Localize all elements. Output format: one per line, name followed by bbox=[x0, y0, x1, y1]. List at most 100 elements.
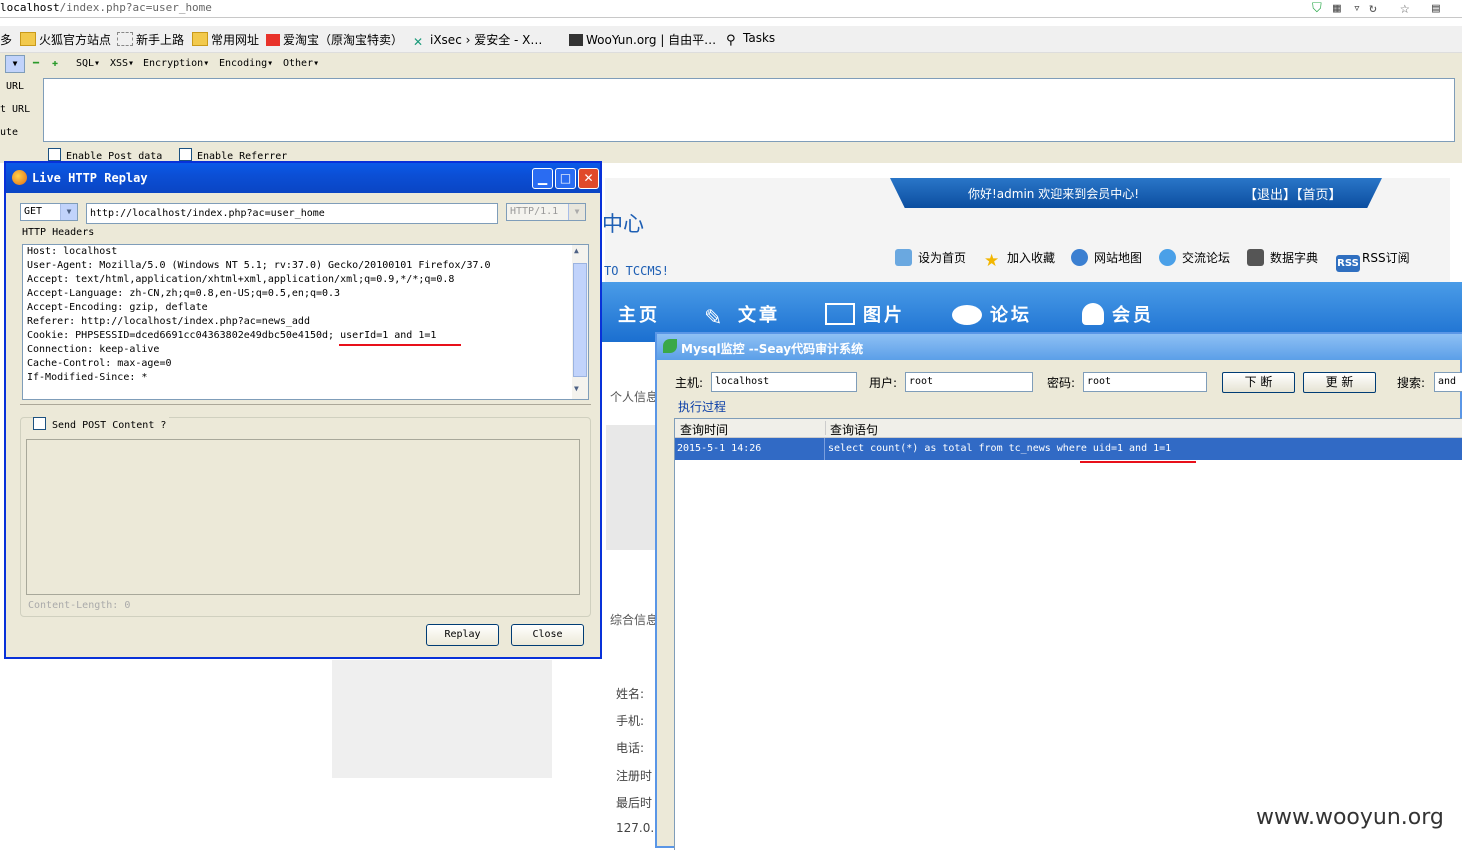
menu-encryption[interactable]: Encryption▾ bbox=[143, 58, 209, 69]
mysql-titlebar[interactable]: Mysql监控 --Seay代码审计系统 bbox=[657, 334, 1462, 360]
monitor-icon bbox=[895, 249, 912, 266]
column-divider bbox=[824, 438, 825, 460]
cookie-header-line: Cookie: PHPSESSID=dced6691cc04363802e49d… bbox=[27, 330, 437, 341]
info-mobile-label: 手机: bbox=[616, 714, 645, 728]
book-icon bbox=[1247, 249, 1264, 266]
logout-link[interactable]: 【退出】 bbox=[1244, 188, 1296, 203]
info-name-label: 姓名: bbox=[616, 687, 645, 701]
user-input[interactable]: root bbox=[905, 372, 1033, 392]
bookmark-newbie[interactable]: 新手上路 bbox=[117, 31, 184, 48]
scroll-down-icon[interactable]: ▼ bbox=[574, 384, 579, 393]
column-header-time[interactable]: 查询时间 bbox=[680, 421, 728, 438]
method-select[interactable]: GET ▼ bbox=[20, 203, 78, 221]
bookmark-taobao[interactable]: 爱淘宝（原淘宝特卖） bbox=[266, 31, 403, 48]
http-version-select[interactable]: HTTP/1.1 ▼ bbox=[506, 203, 586, 221]
nav-forum[interactable]: 论坛 bbox=[952, 301, 1032, 327]
sidebar-summary-info[interactable]: 综合信息 bbox=[610, 611, 658, 628]
injection-highlight-underline bbox=[339, 344, 461, 346]
nav-member[interactable]: 会员 bbox=[1082, 301, 1154, 327]
reading-list-icon[interactable]: ▤ bbox=[1432, 1, 1440, 16]
header-line: If-Modified-Since: * bbox=[27, 372, 148, 383]
window-close-button[interactable]: ✕ bbox=[578, 168, 599, 189]
replay-titlebar[interactable]: Live HTTP Replay ▁ □ ✕ bbox=[6, 163, 600, 193]
sitemap-link[interactable]: 网站地图 bbox=[1071, 249, 1142, 266]
break-button[interactable]: 下 断 bbox=[1222, 372, 1295, 393]
row-sql: select count(*) as total from tc_news wh… bbox=[828, 443, 1172, 454]
send-post-checkbox[interactable]: Send POST Content ? bbox=[33, 417, 170, 431]
plus-icon[interactable]: ✚ bbox=[52, 58, 58, 69]
hackbar-url-textarea[interactable] bbox=[43, 78, 1455, 142]
rss-link[interactable]: RSS RSS订阅 bbox=[1336, 249, 1410, 272]
load-url-label[interactable]: URL bbox=[6, 81, 24, 92]
minus-icon[interactable]: ━ bbox=[33, 58, 39, 69]
password-label: 密码: bbox=[1047, 376, 1076, 390]
url-bar[interactable]: localhost/index.php?ac=user_home ⛉ ▦ ▿ ↻… bbox=[0, 0, 1462, 18]
rss-icon: RSS bbox=[1336, 255, 1360, 272]
search-input[interactable]: and bbox=[1434, 372, 1462, 392]
taobao-icon bbox=[266, 34, 280, 46]
header-line: User-Agent: Mozilla/5.0 (Windows NT 5.1;… bbox=[27, 260, 491, 271]
bookmark-tasks[interactable]: ⚲ Tasks bbox=[726, 31, 775, 48]
set-homepage-link[interactable]: 设为首页 bbox=[895, 249, 966, 266]
host-input[interactable]: localhost bbox=[711, 372, 857, 392]
maximize-button[interactable]: □ bbox=[555, 168, 576, 189]
split-url-label[interactable]: t URL bbox=[0, 104, 30, 115]
reload-icon[interactable]: ↻ bbox=[1369, 1, 1377, 16]
execute-label[interactable]: ute bbox=[0, 127, 18, 138]
refresh-button[interactable]: 更 新 bbox=[1303, 372, 1376, 393]
sidebar-personal-info[interactable]: 个人信息 bbox=[610, 388, 658, 405]
star-icon: ★ bbox=[984, 251, 1000, 271]
menu-sql[interactable]: SQL▾ bbox=[76, 58, 100, 69]
bookmark-firefox[interactable]: 火狐官方站点 bbox=[20, 31, 111, 48]
scroll-up-icon[interactable]: ▲ bbox=[574, 246, 579, 255]
header-line: Host: localhost bbox=[27, 246, 118, 257]
request-url-input[interactable]: http://localhost/index.php?ac=user_home bbox=[86, 203, 498, 224]
bookmark-more[interactable]: 多 bbox=[0, 31, 12, 48]
replay-button[interactable]: Replay bbox=[426, 624, 499, 646]
folder-icon bbox=[20, 32, 36, 46]
qr-icon[interactable]: ▦ bbox=[1333, 1, 1341, 16]
menu-other[interactable]: Other▾ bbox=[283, 58, 319, 69]
content-length-label: Content-Length: 0 bbox=[28, 600, 131, 611]
headers-scrollbar[interactable]: ▲ ▼ bbox=[572, 245, 588, 399]
header-line: Accept-Language: zh-CN,zh;q=0.8,en-US;q=… bbox=[27, 288, 341, 299]
nav-home[interactable]: 主页 bbox=[618, 301, 660, 327]
user-label: 用户: bbox=[869, 376, 898, 390]
shield-icon[interactable]: ⛉ bbox=[1312, 1, 1322, 16]
hackbar-toolbar: ▼ ━ ✚ SQL▾ XSS▾ Encryption▾ Encoding▾ Ot… bbox=[0, 52, 1462, 75]
menu-xss[interactable]: XSS▾ bbox=[110, 58, 134, 69]
bookmark-star-icon[interactable]: ☆ bbox=[1400, 0, 1410, 17]
bookmark-ixsec[interactable]: ✕ iXsec › 爱安全 - X… bbox=[413, 31, 542, 49]
dropdown-icon[interactable]: ▿ bbox=[1353, 1, 1361, 16]
enable-post-checkbox[interactable]: Enable Post data bbox=[48, 148, 162, 162]
home-link[interactable]: 【首页】 bbox=[1296, 188, 1342, 203]
add-favorite-link[interactable]: ★ 加入收藏 bbox=[984, 249, 1055, 270]
password-input[interactable]: root bbox=[1083, 372, 1207, 392]
avatar bbox=[606, 425, 656, 550]
content-placeholder bbox=[332, 660, 552, 778]
minimize-button[interactable]: ▁ bbox=[532, 168, 553, 189]
picture-icon bbox=[825, 303, 855, 325]
menu-encoding[interactable]: Encoding▾ bbox=[219, 58, 273, 69]
mysql-title: Mysql监控 --Seay代码审计系统 bbox=[681, 342, 864, 356]
column-header-sql[interactable]: 查询语句 bbox=[830, 421, 878, 438]
scroll-thumb[interactable] bbox=[573, 263, 587, 377]
hackbar-dropdown[interactable]: ▼ bbox=[5, 55, 25, 73]
table-row[interactable]: 2015-5-1 14:26 select count(*) as total … bbox=[675, 438, 1462, 460]
welcome-links: 【退出】【首页】 bbox=[1244, 184, 1342, 203]
nav-images[interactable]: 图片 bbox=[825, 301, 905, 327]
http-headers-textarea[interactable]: Host: localhost User-Agent: Mozilla/5.0 … bbox=[22, 244, 589, 400]
data-dictionary-link[interactable]: 数据字典 bbox=[1247, 249, 1318, 266]
hackbar-panel: URL t URL ute Enable Post data Enable Re… bbox=[0, 75, 1462, 163]
bookmark-wooyun[interactable]: WooYun.org | 自由平… bbox=[569, 31, 716, 48]
forum-link[interactable]: 交流论坛 bbox=[1159, 249, 1230, 266]
enable-referrer-checkbox[interactable]: Enable Referrer bbox=[179, 148, 287, 162]
close-button[interactable]: Close bbox=[511, 624, 584, 646]
header-line: Referer: http://localhost/index.php?ac=n… bbox=[27, 316, 310, 327]
bookmark-common[interactable]: 常用网址 bbox=[192, 31, 259, 48]
folder-icon bbox=[192, 32, 208, 46]
post-content-textarea[interactable] bbox=[26, 439, 580, 595]
globe-icon bbox=[1071, 249, 1088, 266]
nav-articles[interactable]: ✎ 文章 bbox=[704, 301, 780, 330]
row-time: 2015-5-1 14:26 bbox=[677, 443, 762, 454]
